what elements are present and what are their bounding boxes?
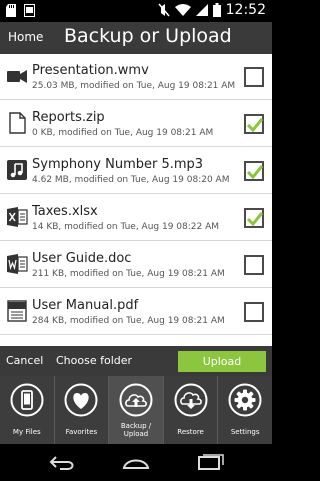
file-name: Symphony Number 5.mp3: [32, 157, 204, 172]
file-checkbox[interactable]: [244, 67, 264, 87]
list-item[interactable]: User Manual.pdf 284 KB, modified on Tue,…: [0, 289, 272, 335]
file-name: User Manual.pdf: [32, 298, 139, 313]
tab-bar: My Files Favorites Backup / Upload Resto…: [0, 376, 272, 444]
mute-icon: [158, 3, 170, 17]
file-checkbox[interactable]: [244, 302, 264, 322]
file-checkbox[interactable]: [244, 255, 264, 275]
recent-apps-icon[interactable]: [198, 454, 224, 470]
file-meta: 4.62 MB, modified on Tue, Aug 19 08:20 A…: [32, 175, 230, 185]
system-nav-bar: [0, 444, 272, 481]
gear-icon: [228, 383, 262, 417]
tab-favorites[interactable]: Favorites: [55, 376, 110, 444]
file-name: User Guide.doc: [32, 251, 132, 266]
clock: 12:52: [225, 2, 266, 18]
tab-label: My Files: [12, 428, 41, 436]
cancel-button[interactable]: Cancel: [6, 354, 43, 367]
choose-folder-button[interactable]: Choose folder: [56, 354, 132, 367]
page-title: Backup or Upload: [64, 25, 232, 47]
checkmark-icon: [246, 118, 264, 133]
tab-label: Settings: [230, 428, 260, 436]
file-name: Taxes.xlsx: [32, 204, 98, 219]
file-checkbox[interactable]: [244, 161, 264, 181]
phone-icon: [10, 383, 44, 417]
heart-icon: [64, 383, 98, 417]
tab-label: Restore: [177, 428, 204, 436]
back-icon[interactable]: [48, 454, 76, 470]
file-meta: 14 KB, modified on Tue, Aug 19 08:22 AM: [32, 222, 220, 232]
file-meta: 284 KB, modified on Tue, Aug 19 08:21 AM: [32, 316, 225, 326]
upload-button[interactable]: Upload: [178, 351, 266, 372]
tab-backup-upload[interactable]: Backup / Upload: [109, 376, 164, 444]
file-meta: 211 KB, modified on Tue, Aug 19 08:21 AM: [32, 269, 225, 279]
list-item[interactable]: Taxes.xlsx 14 KB, modified on Tue, Aug 1…: [0, 195, 272, 241]
signal-icon: [195, 4, 208, 16]
word-file-icon: [7, 254, 28, 274]
file-name: Reports.zip: [32, 110, 105, 125]
download-notification-icon: [24, 4, 35, 17]
list-item[interactable]: Presentation.wmv 25.03 MB, modified on T…: [0, 54, 272, 100]
home-button[interactable]: Home: [8, 30, 43, 44]
list-item[interactable]: User Guide.doc 211 KB, modified on Tue, …: [0, 242, 272, 288]
status-bar: 12:52: [0, 0, 272, 22]
tab-my-files[interactable]: My Files: [0, 376, 55, 444]
tab-restore[interactable]: Restore: [164, 376, 219, 444]
file-meta: 0 KB, modified on Tue, Aug 19 08:21 AM: [32, 128, 214, 138]
pdf-file-icon: [7, 300, 27, 322]
document-file-icon: [9, 112, 26, 134]
file-name: Presentation.wmv: [32, 63, 149, 78]
file-checkbox[interactable]: [244, 208, 264, 228]
list-item[interactable]: Reports.zip 0 KB, modified on Tue, Aug 1…: [0, 101, 272, 147]
music-file-icon: [7, 160, 27, 180]
checkmark-icon: [246, 165, 264, 180]
battery-icon: [212, 3, 221, 17]
sd-card-icon: [6, 4, 16, 17]
tab-label: Backup / Upload: [120, 422, 152, 438]
excel-file-icon: [7, 207, 28, 227]
app-bar: Home Backup or Upload: [0, 22, 272, 54]
video-file-icon: [7, 70, 27, 83]
list-item[interactable]: Symphony Number 5.mp3 4.62 MB, modified …: [0, 148, 272, 194]
cloud-upload-icon: [119, 383, 153, 417]
file-meta: 25.03 MB, modified on Tue, Aug 19 08:21 …: [32, 81, 236, 91]
action-bar: Cancel Choose folder Upload: [0, 346, 272, 376]
tab-settings[interactable]: Settings: [218, 376, 272, 444]
cloud-download-icon: [174, 383, 208, 417]
checkmark-icon: [246, 212, 264, 227]
home-nav-icon[interactable]: [122, 454, 150, 470]
file-list[interactable]: Presentation.wmv 25.03 MB, modified on T…: [0, 54, 272, 346]
wifi-icon: [174, 4, 191, 16]
file-checkbox[interactable]: [244, 114, 264, 134]
tab-label: Favorites: [65, 428, 98, 436]
